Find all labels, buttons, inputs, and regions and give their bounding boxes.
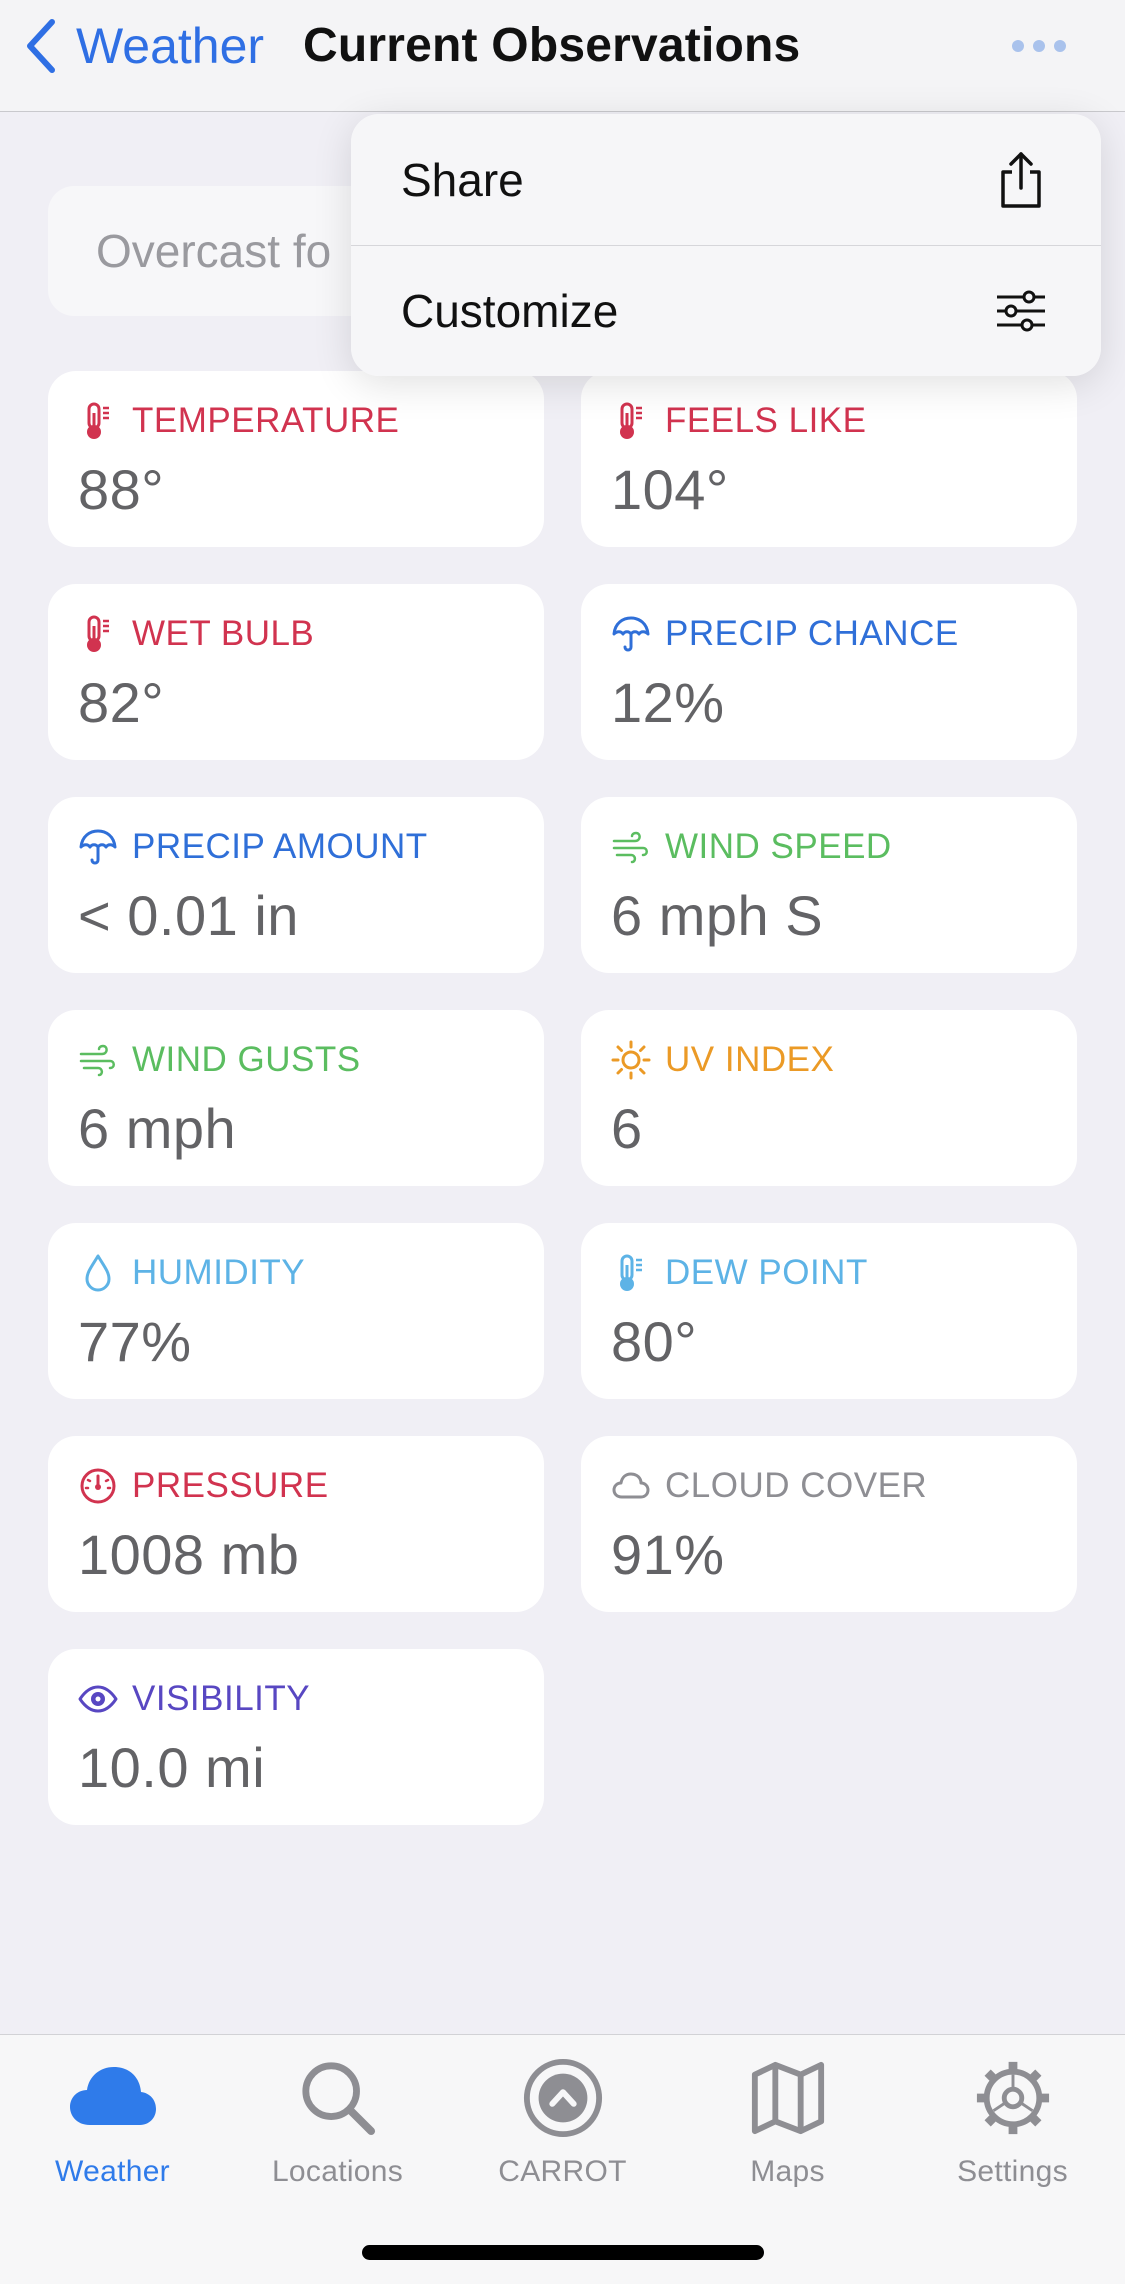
card-value: 10.0 mi (78, 1736, 266, 1799)
card-label: WIND GUSTS (132, 1040, 361, 1079)
card-value: 12% (611, 671, 725, 734)
umbrella-icon (78, 827, 118, 867)
card-label: FEELS LIKE (665, 401, 867, 440)
thermometer-icon (611, 1253, 651, 1293)
observation-card-feels-like[interactable]: FEELS LIKE 104° (581, 371, 1077, 547)
summary-text: Overcast fo (96, 225, 332, 277)
ellipsis-icon (1012, 40, 1024, 52)
eye-icon (78, 1679, 118, 1719)
card-label-row: WET BULB (78, 610, 544, 658)
card-value: 80° (611, 1310, 698, 1373)
card-label-row: TEMPERATURE (78, 397, 544, 445)
card-label-row: PRECIP AMOUNT (78, 823, 544, 871)
card-label-row: PRESSURE (78, 1462, 544, 1510)
page-title: Current Observations (303, 19, 801, 72)
card-label-row: WIND GUSTS (78, 1036, 544, 1084)
menu-item-share[interactable]: Share (351, 114, 1101, 245)
card-label: DEW POINT (665, 1253, 868, 1292)
home-indicator (362, 2245, 764, 2260)
card-label: VISIBILITY (132, 1679, 311, 1718)
card-label-row: CLOUD COVER (611, 1462, 1077, 1510)
map-icon (743, 2053, 833, 2143)
tab-label: Locations (271, 2155, 404, 2188)
back-label: Weather (76, 18, 265, 74)
card-label: CLOUD COVER (665, 1466, 928, 1505)
cloud-icon (611, 1466, 651, 1506)
thermometer-icon (78, 614, 118, 654)
card-label-row: DEW POINT (611, 1249, 1077, 1297)
drop-icon (78, 1253, 118, 1293)
observation-card-cloud-cover[interactable]: CLOUD COVER 91% (581, 1436, 1077, 1612)
wind-icon (611, 827, 651, 867)
observation-card-dew-point[interactable]: DEW POINT 80° (581, 1223, 1077, 1399)
menu-item-label: Share (401, 153, 524, 206)
card-value: 82° (78, 671, 165, 734)
card-value: 6 mph (78, 1097, 237, 1160)
chevron-left-icon (27, 19, 55, 73)
observation-card-uv-index[interactable]: UV INDEX 6 (581, 1010, 1077, 1186)
card-value: < 0.01 in (78, 884, 299, 947)
tab-maps[interactable]: Maps (675, 2053, 900, 2203)
card-label: HUMIDITY (132, 1253, 306, 1292)
observation-card-precip-amount[interactable]: PRECIP AMOUNT < 0.01 in (48, 797, 544, 973)
card-label-row: WIND SPEED (611, 823, 1077, 871)
observation-card-wind-gusts[interactable]: WIND GUSTS 6 mph (48, 1010, 544, 1186)
cloud-icon (68, 2053, 158, 2143)
menu-item-label: Customize (401, 285, 619, 337)
card-label: WET BULB (132, 614, 315, 653)
card-label: WIND SPEED (665, 827, 892, 866)
card-label: PRECIP AMOUNT (132, 827, 428, 866)
nav-bar: Weather Current Observations (0, 0, 1125, 112)
card-value: 6 (611, 1097, 643, 1160)
card-label-row: HUMIDITY (78, 1249, 544, 1297)
card-label: UV INDEX (665, 1040, 835, 1079)
card-label: TEMPERATURE (132, 401, 400, 440)
observation-card-humidity[interactable]: HUMIDITY 77% (48, 1223, 544, 1399)
more-menu: Share Customize (351, 114, 1101, 376)
gear-icon (968, 2053, 1058, 2143)
menu-item-customize[interactable]: Customize (351, 245, 1101, 376)
tab-label: CARROT (498, 2155, 627, 2188)
tab-weather[interactable]: Weather (0, 2053, 225, 2203)
thermometer-icon (78, 401, 118, 441)
tab-label: Maps (750, 2155, 825, 2188)
card-label-row: UV INDEX (611, 1036, 1077, 1084)
card-label-row: FEELS LIKE (611, 397, 1077, 445)
card-value: 77% (78, 1310, 192, 1373)
sun-icon (611, 1040, 651, 1080)
tab-carrot[interactable]: CARROT (450, 2053, 675, 2203)
tab-locations[interactable]: Locations (225, 2053, 450, 2203)
sliders-icon (997, 290, 1045, 332)
umbrella-icon (611, 614, 651, 654)
card-label: PRESSURE (132, 1466, 329, 1505)
observation-card-temperature[interactable]: TEMPERATURE 88° (48, 371, 544, 547)
more-button[interactable] (1012, 34, 1076, 58)
card-label-row: PRECIP CHANCE (611, 610, 1077, 658)
card-label: PRECIP CHANCE (665, 614, 959, 653)
observation-card-wind-speed[interactable]: WIND SPEED 6 mph S (581, 797, 1077, 973)
card-label-row: VISIBILITY (78, 1675, 544, 1723)
card-value: 1008 mb (78, 1523, 300, 1586)
carrot-logo-icon (518, 2053, 608, 2143)
tab-label: Weather (55, 2155, 170, 2188)
share-icon (1001, 151, 1041, 208)
observation-card-visibility[interactable]: VISIBILITY 10.0 mi (48, 1649, 544, 1825)
wind-icon (78, 1040, 118, 1080)
back-button[interactable]: Weather (24, 14, 264, 78)
thermometer-icon (611, 401, 651, 441)
gauge-icon (78, 1466, 118, 1506)
observation-card-pressure[interactable]: PRESSURE 1008 mb (48, 1436, 544, 1612)
observation-card-precip-chance[interactable]: PRECIP CHANCE 12% (581, 584, 1077, 760)
card-value: 88° (78, 458, 165, 521)
search-icon (293, 2053, 383, 2143)
tab-settings[interactable]: Settings (900, 2053, 1125, 2203)
tab-label: Settings (957, 2155, 1068, 2188)
card-value: 104° (611, 458, 729, 521)
card-value: 91% (611, 1523, 725, 1586)
observation-card-wet-bulb[interactable]: WET BULB 82° (48, 584, 544, 760)
card-value: 6 mph S (611, 884, 824, 947)
